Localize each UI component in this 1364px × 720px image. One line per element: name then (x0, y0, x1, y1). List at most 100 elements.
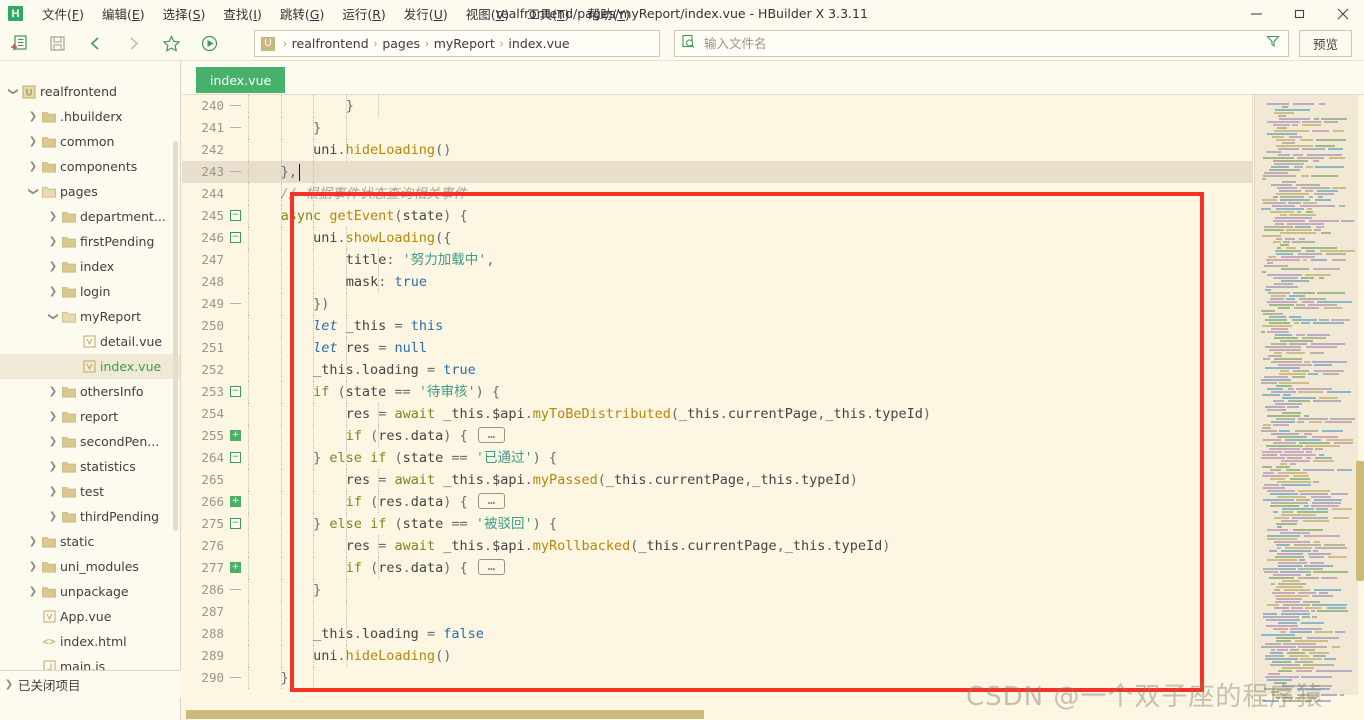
code-line[interactable]: 250 let _this = this (182, 315, 1252, 337)
chevron-right-icon[interactable]: ❯ (46, 511, 60, 522)
menu-item-0[interactable]: 文件(F) (33, 0, 93, 27)
filter-icon[interactable] (1266, 34, 1280, 53)
vertical-scrollbar-thumb[interactable] (1356, 461, 1364, 581)
code-line[interactable]: 246− uni.showLoading({ (182, 227, 1252, 249)
chevron-right-icon[interactable]: ❯ (46, 236, 60, 247)
tree-item-firstpending[interactable]: ❯ firstPending (0, 229, 180, 254)
code-line[interactable]: 290 }, (182, 667, 1252, 689)
tree-item-unpackage[interactable]: ❯ unpackage (0, 579, 180, 604)
maximize-button[interactable] (1278, 0, 1321, 27)
folded-code-ellipsis[interactable]: … (477, 427, 506, 443)
search-input[interactable] (702, 35, 1266, 52)
fold-collapse-icon[interactable]: − (230, 210, 241, 221)
code-line[interactable]: 265 res = await _this.$api.myPassed(_thi… (182, 469, 1252, 491)
chevron-right-icon[interactable]: ❯ (26, 536, 40, 547)
filename-search-box[interactable] (674, 30, 1289, 57)
horizontal-scrollbar-thumb[interactable] (186, 710, 704, 719)
chevron-right-icon[interactable]: ❯ (26, 586, 40, 597)
code-line[interactable]: 255 + if (res.data) { … (182, 425, 1252, 447)
fold-collapse-icon[interactable]: − (230, 386, 241, 397)
menu-item-7[interactable]: 视图(V) (457, 0, 518, 27)
tree-item-statistics[interactable]: ❯ statistics (0, 454, 180, 479)
breadcrumb-part-3[interactable]: index.vue (508, 36, 569, 51)
code-line[interactable]: 252 _this.loading = true (182, 359, 1252, 381)
code-line[interactable]: 286 } (182, 579, 1252, 601)
star-icon[interactable] (152, 29, 190, 59)
tree-item-othersinfo[interactable]: ❯ othersInfo (0, 379, 180, 404)
new-file-icon[interactable] (0, 29, 38, 59)
code-line[interactable]: 240 } (182, 95, 1252, 117)
code-line[interactable]: 242 uni.hideLoading() (182, 139, 1252, 161)
tree-item-login[interactable]: ❯ login (0, 279, 180, 304)
code-line[interactable]: 276 res = await _this.$api.myRollbacked(… (182, 535, 1252, 557)
chevron-right-icon[interactable]: ❯ (46, 486, 60, 497)
back-icon[interactable] (76, 29, 114, 59)
tree-item-components[interactable]: ❯ components (0, 154, 180, 179)
tree-item-common[interactable]: ❯ common (0, 129, 180, 154)
minimize-button[interactable] (1235, 0, 1278, 27)
folded-code-ellipsis[interactable]: … (477, 559, 506, 575)
code-line[interactable]: 247 title: '努力加载中', (182, 249, 1252, 271)
breadcrumb[interactable]: U › realfrontend › pages › myReport › in… (254, 30, 660, 57)
tree-item-index[interactable]: ❯ index (0, 254, 180, 279)
chevron-down-icon[interactable]: ❯ (28, 185, 39, 199)
tree-item-realfrontend[interactable]: ❯ Urealfrontend (0, 79, 180, 104)
breadcrumb-part-1[interactable]: pages (382, 36, 420, 51)
chevron-right-icon[interactable]: ❯ (46, 461, 60, 472)
menu-item-1[interactable]: 编辑(E) (93, 0, 154, 27)
tab-index-vue[interactable]: index.vue (196, 67, 286, 93)
folded-code-ellipsis[interactable]: … (477, 493, 506, 509)
tree-item-detail-vue[interactable]: ❯detail.vue (0, 329, 180, 354)
minimap[interactable] (1254, 95, 1358, 720)
code-line[interactable]: 275− } else if (state == '被驳回') { (182, 513, 1252, 535)
tree-item-department---[interactable]: ❯ department... (0, 204, 180, 229)
tree-item-myreport[interactable]: ❯ myReport (0, 304, 180, 329)
code-line[interactable]: 277 + if (res.data) { … (182, 557, 1252, 579)
code-line[interactable]: 289 uni.hideLoading() (182, 645, 1252, 667)
chevron-down-icon[interactable]: ❯ (48, 310, 59, 324)
chevron-down-icon[interactable]: ❯ (8, 85, 19, 99)
code-line[interactable]: 253− if (state == '待审核') { (182, 381, 1252, 403)
tree-item-pages[interactable]: ❯ pages (0, 179, 180, 204)
code-line[interactable]: 266 + if (res.data) { … (182, 491, 1252, 513)
code-line[interactable]: 241 } (182, 117, 1252, 139)
tree-item--hbuilderx[interactable]: ❯ .hbuilderx (0, 104, 180, 129)
menu-item-3[interactable]: 查找(I) (214, 0, 270, 27)
code-line[interactable]: 251 let res = null (182, 337, 1252, 359)
run-icon[interactable] (190, 29, 228, 59)
tree-item-index-vue[interactable]: ❯index.vue (0, 354, 180, 379)
fold-expand-icon[interactable]: + (230, 430, 241, 441)
tree-item-app-vue[interactable]: ❯App.vue (0, 604, 180, 629)
code-line[interactable]: 288 _this.loading = false (182, 623, 1252, 645)
fold-collapse-icon[interactable]: − (230, 232, 241, 243)
tree-item-test[interactable]: ❯ test (0, 479, 180, 504)
code-editor[interactable]: 240 } 241 } 242 uni.hideLoading() 243 }, 244… (182, 95, 1364, 720)
tree-item-index-html[interactable]: ❯<>index.html (0, 629, 180, 654)
chevron-right-icon[interactable]: ❯ (26, 111, 40, 122)
chevron-right-icon[interactable]: ❯ (46, 211, 60, 222)
menu-item-8[interactable]: 工具(T) (518, 0, 578, 27)
preview-button[interactable]: 预览 (1299, 30, 1352, 57)
fold-collapse-icon[interactable]: − (230, 518, 241, 529)
tree-item-secondpen---[interactable]: ❯ secondPen... (0, 429, 180, 454)
code-line[interactable]: 244 // 根据事件状态查询相关事件 (182, 183, 1252, 205)
menu-item-9[interactable]: 帮助(Y) (579, 0, 639, 27)
tree-item-static[interactable]: ❯ static (0, 529, 180, 554)
code-line[interactable]: 264− } else if (state == '已通过') { (182, 447, 1252, 469)
tree-item-report[interactable]: ❯ report (0, 404, 180, 429)
menu-item-4[interactable]: 跳转(G) (271, 0, 333, 27)
chevron-right-icon[interactable]: ❯ (26, 136, 40, 147)
tree-item-thirdpending[interactable]: ❯ thirdPending (0, 504, 180, 529)
sidebar-scrollbar[interactable] (173, 141, 178, 531)
chevron-right-icon[interactable]: ❯ (26, 161, 40, 172)
chevron-right-icon[interactable]: ❯ (46, 411, 60, 422)
chevron-right-icon[interactable]: ❯ (46, 261, 60, 272)
fold-collapse-icon[interactable]: − (230, 452, 241, 463)
forward-icon[interactable] (114, 29, 152, 59)
save-icon[interactable] (38, 29, 76, 59)
breadcrumb-part-2[interactable]: myReport (434, 36, 495, 51)
breadcrumb-part-0[interactable]: realfrontend (292, 36, 369, 51)
code-line[interactable]: 254 res = await _this.$api.myToBeDistrib… (182, 403, 1252, 425)
fold-expand-icon[interactable]: + (230, 496, 241, 507)
chevron-right-icon[interactable]: ❯ (26, 561, 40, 572)
